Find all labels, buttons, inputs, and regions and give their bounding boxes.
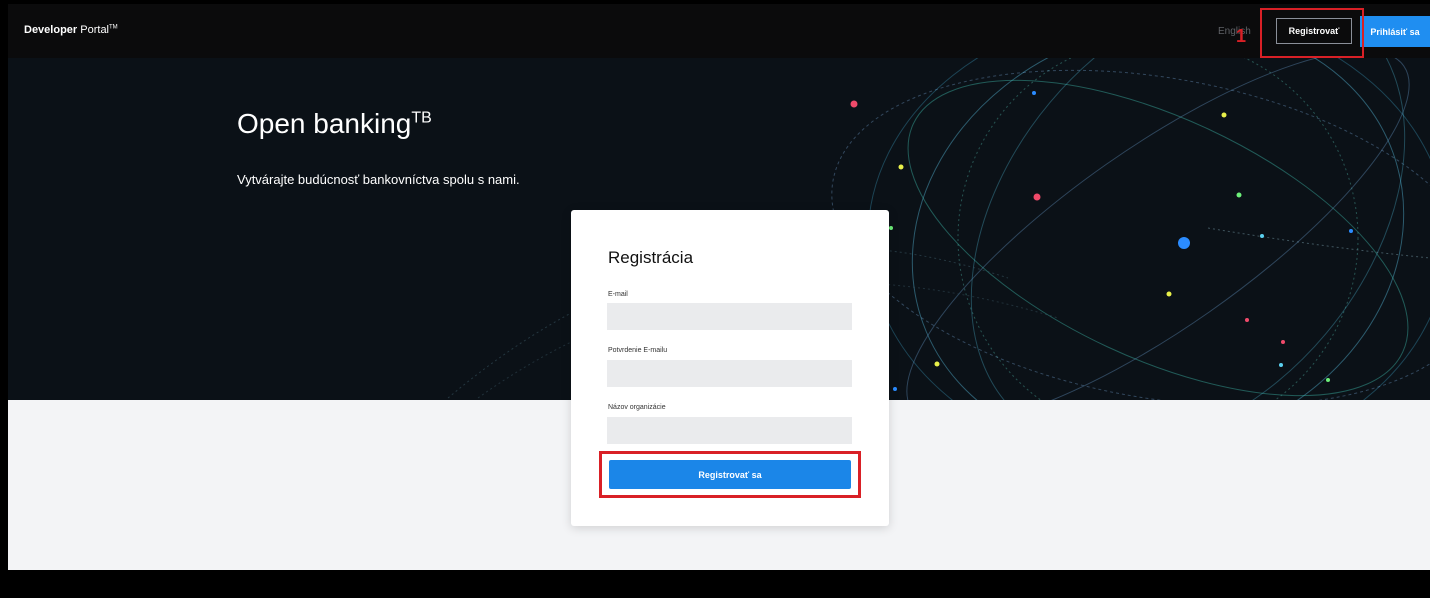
brand-bold: Developer [24, 24, 78, 36]
page-frame: Developer PortalTM English Registrovať P… [8, 4, 1430, 598]
email-confirm-field[interactable] [607, 360, 852, 387]
annotation-step-number: 1 [1236, 26, 1247, 46]
footer [8, 570, 1430, 598]
brand-tm: TM [109, 24, 118, 31]
brand-logo[interactable]: Developer PortalTM [24, 24, 118, 36]
organization-label: Názov organizácie [608, 404, 666, 411]
top-navbar: Developer PortalTM English Registrovať P… [8, 4, 1430, 58]
email-label: E-mail [608, 291, 628, 298]
hero-title-sup: TB [411, 109, 432, 127]
annotation-highlight-submit [599, 451, 861, 498]
form-title: Registrácia [608, 248, 694, 267]
hero-title: Open bankingTB [237, 108, 432, 140]
hero-subtitle: Vytvárajte budúcnosť bankovníctva spolu … [237, 172, 520, 187]
email-confirm-label: Potvrdenie E-mailu [608, 347, 668, 354]
hero-title-text: Open banking [237, 108, 412, 139]
email-field[interactable] [607, 303, 852, 330]
annotation-highlight-register-nav [1260, 8, 1364, 58]
login-nav-button[interactable]: Prihlásiť sa [1360, 16, 1430, 47]
brand-rest: Portal [80, 24, 110, 36]
organization-field[interactable] [607, 417, 852, 444]
